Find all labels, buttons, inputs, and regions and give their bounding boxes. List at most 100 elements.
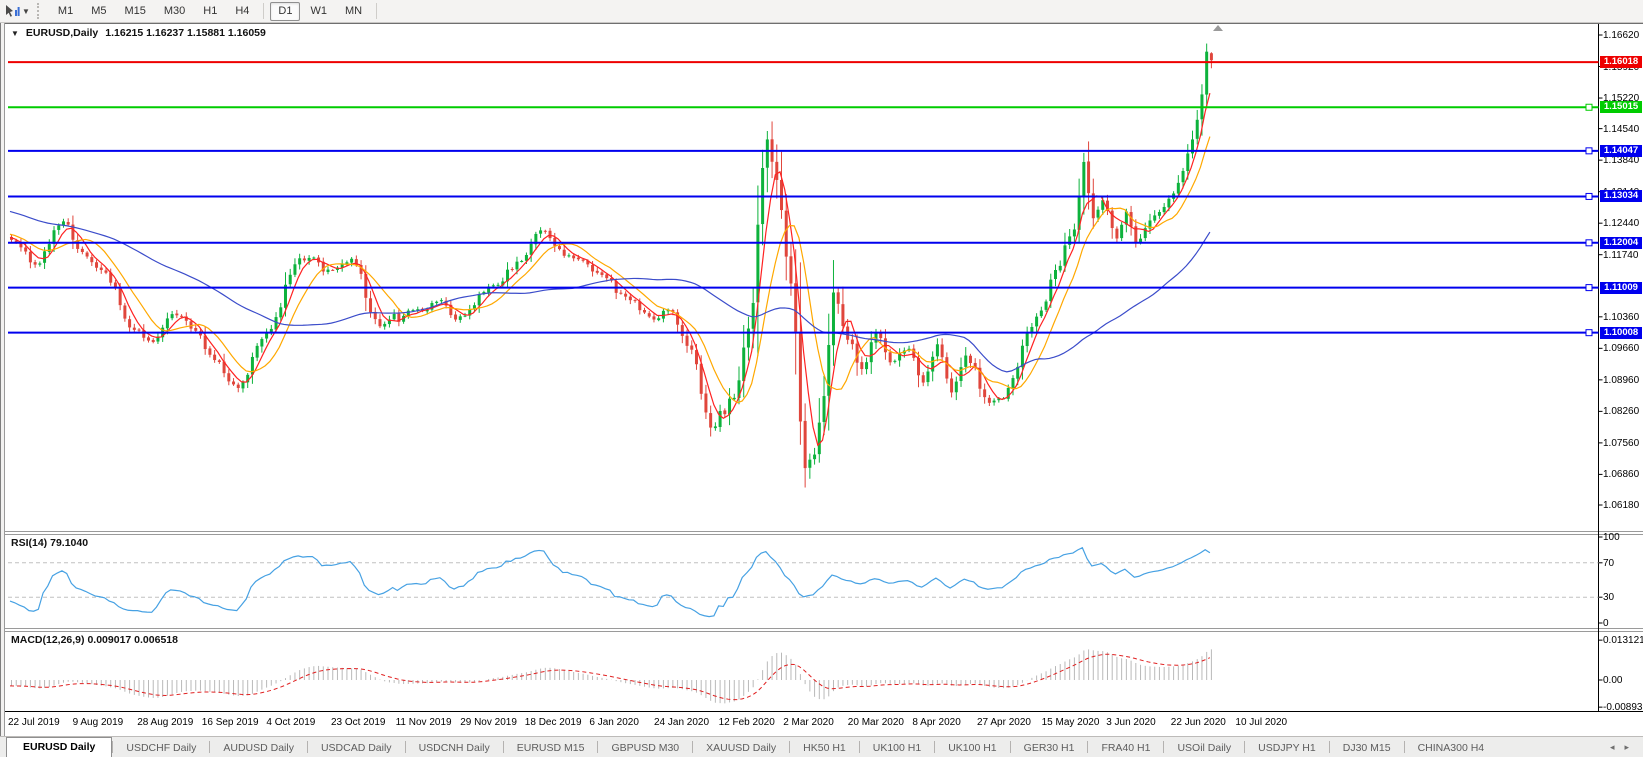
macd-tick-label: 0.013121	[1603, 635, 1643, 646]
chart-tab-usdcad-daily[interactable]: USDCAD Daily	[308, 739, 405, 757]
timeframe-button-m15[interactable]: M15	[116, 2, 153, 21]
rsi-line	[10, 548, 1210, 617]
macd-main-value-label: 0.009017	[87, 634, 131, 646]
price-tick-label: 1.06860	[1603, 469, 1639, 480]
rsi-value-label: 79.1040	[50, 537, 88, 549]
date-tick-label: 28 Aug 2019	[137, 717, 193, 728]
chart-tab-xauusd-daily[interactable]: XAUUSD Daily	[693, 739, 789, 757]
chart-tab-audusd-daily[interactable]: AUDUSD Daily	[210, 739, 307, 757]
date-tick-label: 11 Nov 2019	[396, 717, 452, 728]
macd-name-label: MACD(12,26,9)	[11, 634, 85, 646]
price-tick-label: 1.08260	[1603, 406, 1639, 417]
timeframe-button-m1[interactable]: M1	[50, 2, 81, 21]
chart-tab-usdcnh-daily[interactable]: USDCNH Daily	[406, 739, 503, 757]
date-tick-label: 15 May 2020	[1042, 717, 1100, 728]
rsi-tick-label: 70	[1603, 558, 1614, 569]
mt4-terminal: ▼ M1M5M15M30H1H4 D1W1MN ▼ EURUSD,Daily 1.…	[0, 0, 1643, 757]
toolbar-separator	[263, 3, 264, 19]
chart-title-bar[interactable]: ▼ EURUSD,Daily 1.16215 1.16237 1.15881 1…	[11, 27, 266, 39]
date-tick-label: 3 Jun 2020	[1106, 717, 1156, 728]
line-drag-handle[interactable]	[1586, 148, 1592, 154]
chart-tab-uk100-h1[interactable]: UK100 H1	[860, 739, 934, 757]
price-tick-label: 1.16620	[1603, 30, 1639, 41]
toolbar-grip[interactable]	[37, 3, 44, 19]
rsi-tick-label: 30	[1603, 592, 1614, 603]
timeframe-toolbar: ▼ M1M5M15M30H1H4 D1W1MN	[0, 0, 1643, 23]
rsi-tick-label: 100	[1603, 532, 1620, 543]
chart-tab-usdchf-daily[interactable]: USDCHF Daily	[113, 739, 209, 757]
line-drag-handle[interactable]	[1586, 104, 1592, 110]
chart-tab-eurusd-daily[interactable]: EURUSD Daily	[6, 737, 112, 757]
rsi-pane-header: RSI(14) 79.1040	[11, 537, 88, 549]
timeframe-button-m30[interactable]: M30	[156, 2, 193, 21]
line-drag-handle[interactable]	[1586, 285, 1592, 291]
chart-ohlc-values: 1.16215 1.16237 1.15881 1.16059	[105, 27, 266, 39]
chart-tab-hk50-h1[interactable]: HK50 H1	[790, 739, 859, 757]
date-tick-label: 22 Jul 2019	[8, 717, 60, 728]
tab-scroll-right-icon[interactable]: ▸	[1624, 742, 1629, 753]
candlestick-series[interactable]	[10, 44, 1213, 488]
date-tick-label: 10 Jul 2020	[1235, 717, 1287, 728]
line-drag-handle[interactable]	[1586, 330, 1592, 336]
line-drag-handle[interactable]	[1586, 193, 1592, 199]
date-tick-label: 24 Jan 2020	[654, 717, 709, 728]
chart-menu-triangle-icon[interactable]: ▼	[11, 29, 19, 38]
timeframe-button-m5[interactable]: M5	[83, 2, 114, 21]
chart-tab-gbpusd-m30[interactable]: GBPUSD M30	[598, 739, 692, 757]
price-tick-label: 1.07560	[1603, 438, 1639, 449]
rsi-name-label: RSI(14)	[11, 537, 47, 549]
price-tick-label: 1.14540	[1603, 124, 1639, 135]
price-tick-label: 1.06180	[1603, 500, 1639, 511]
chart-tab-bar: EURUSD DailyUSDCHF DailyAUDUSD DailyUSDC…	[0, 736, 1643, 757]
date-tick-label: 20 Mar 2020	[848, 717, 904, 728]
price-badge: 1.15015	[1600, 101, 1642, 113]
chart-tab-china300-h4[interactable]: CHINA300 H4	[1405, 739, 1498, 757]
price-badge: 1.12004	[1600, 237, 1642, 249]
price-badge: 1.16018	[1600, 56, 1642, 68]
timeframe-button-h4[interactable]: H4	[227, 2, 257, 21]
macd-tick-label: -0.008933	[1603, 702, 1643, 713]
macd-signal-value-label: 0.006518	[134, 634, 178, 646]
chart-tab-usoil-daily[interactable]: USOil Daily	[1164, 739, 1244, 757]
chart-tab-usdjpy-h1[interactable]: USDJPY H1	[1245, 739, 1329, 757]
timeframe-button-d1[interactable]: D1	[270, 2, 300, 21]
chart-tab-uk100-h1[interactable]: UK100 H1	[935, 739, 1009, 757]
price-tick-label: 1.08960	[1603, 375, 1639, 386]
moving-average-line	[10, 93, 1210, 445]
line-drag-handle[interactable]	[1586, 240, 1592, 246]
date-tick-label: 27 Apr 2020	[977, 717, 1031, 728]
chart-symbol-label: EURUSD,Daily	[26, 27, 98, 39]
timeframe-buttons: M1M5M15M30H1H4 D1W1MN	[49, 2, 382, 21]
timeframe-button-mn[interactable]: MN	[337, 2, 370, 21]
chart-tab-ger30-h1[interactable]: GER30 H1	[1011, 739, 1088, 757]
tab-scroll-arrows: ◂▸	[1610, 742, 1643, 757]
chart-shift-marker	[1213, 25, 1223, 31]
toolbar-separator	[376, 3, 377, 19]
date-tick-label: 29 Nov 2019	[460, 717, 517, 728]
date-tick-label: 6 Jan 2020	[589, 717, 639, 728]
chart-tab-dj30-m15[interactable]: DJ30 M15	[1330, 739, 1404, 757]
timeframe-button-w1[interactable]: W1	[302, 2, 335, 21]
price-badge: 1.10008	[1600, 327, 1642, 339]
date-tick-label: 16 Sep 2019	[202, 717, 259, 728]
price-tick-label: 1.12440	[1603, 218, 1639, 229]
date-tick-label: 8 Apr 2020	[912, 717, 960, 728]
macd-tick-label: 0.00	[1603, 675, 1622, 686]
chart-tab-fra40-h1[interactable]: FRA40 H1	[1088, 739, 1163, 757]
price-badge: 1.11009	[1600, 282, 1642, 294]
price-tick-label: 1.11740	[1603, 250, 1638, 261]
dropdown-arrow-icon[interactable]: ▼	[22, 7, 30, 16]
price-badge: 1.13034	[1600, 190, 1642, 202]
macd-pane-header: MACD(12,26,9) 0.009017 0.006518	[11, 634, 178, 646]
tab-scroll-left-icon[interactable]: ◂	[1610, 742, 1615, 753]
date-tick-label: 2 Mar 2020	[783, 717, 834, 728]
chart-tab-eurusd-m15[interactable]: EURUSD M15	[504, 739, 598, 757]
moving-average-line	[10, 211, 1210, 371]
price-tick-label: 1.09660	[1603, 343, 1639, 354]
price-chart-plot[interactable]	[0, 23, 1643, 712]
date-tick-label: 4 Oct 2019	[266, 717, 315, 728]
chart-cursor-icon[interactable]	[3, 3, 21, 19]
moving-average-line	[10, 137, 1210, 403]
timeframe-button-h1[interactable]: H1	[195, 2, 225, 21]
date-tick-label: 22 Jun 2020	[1171, 717, 1226, 728]
